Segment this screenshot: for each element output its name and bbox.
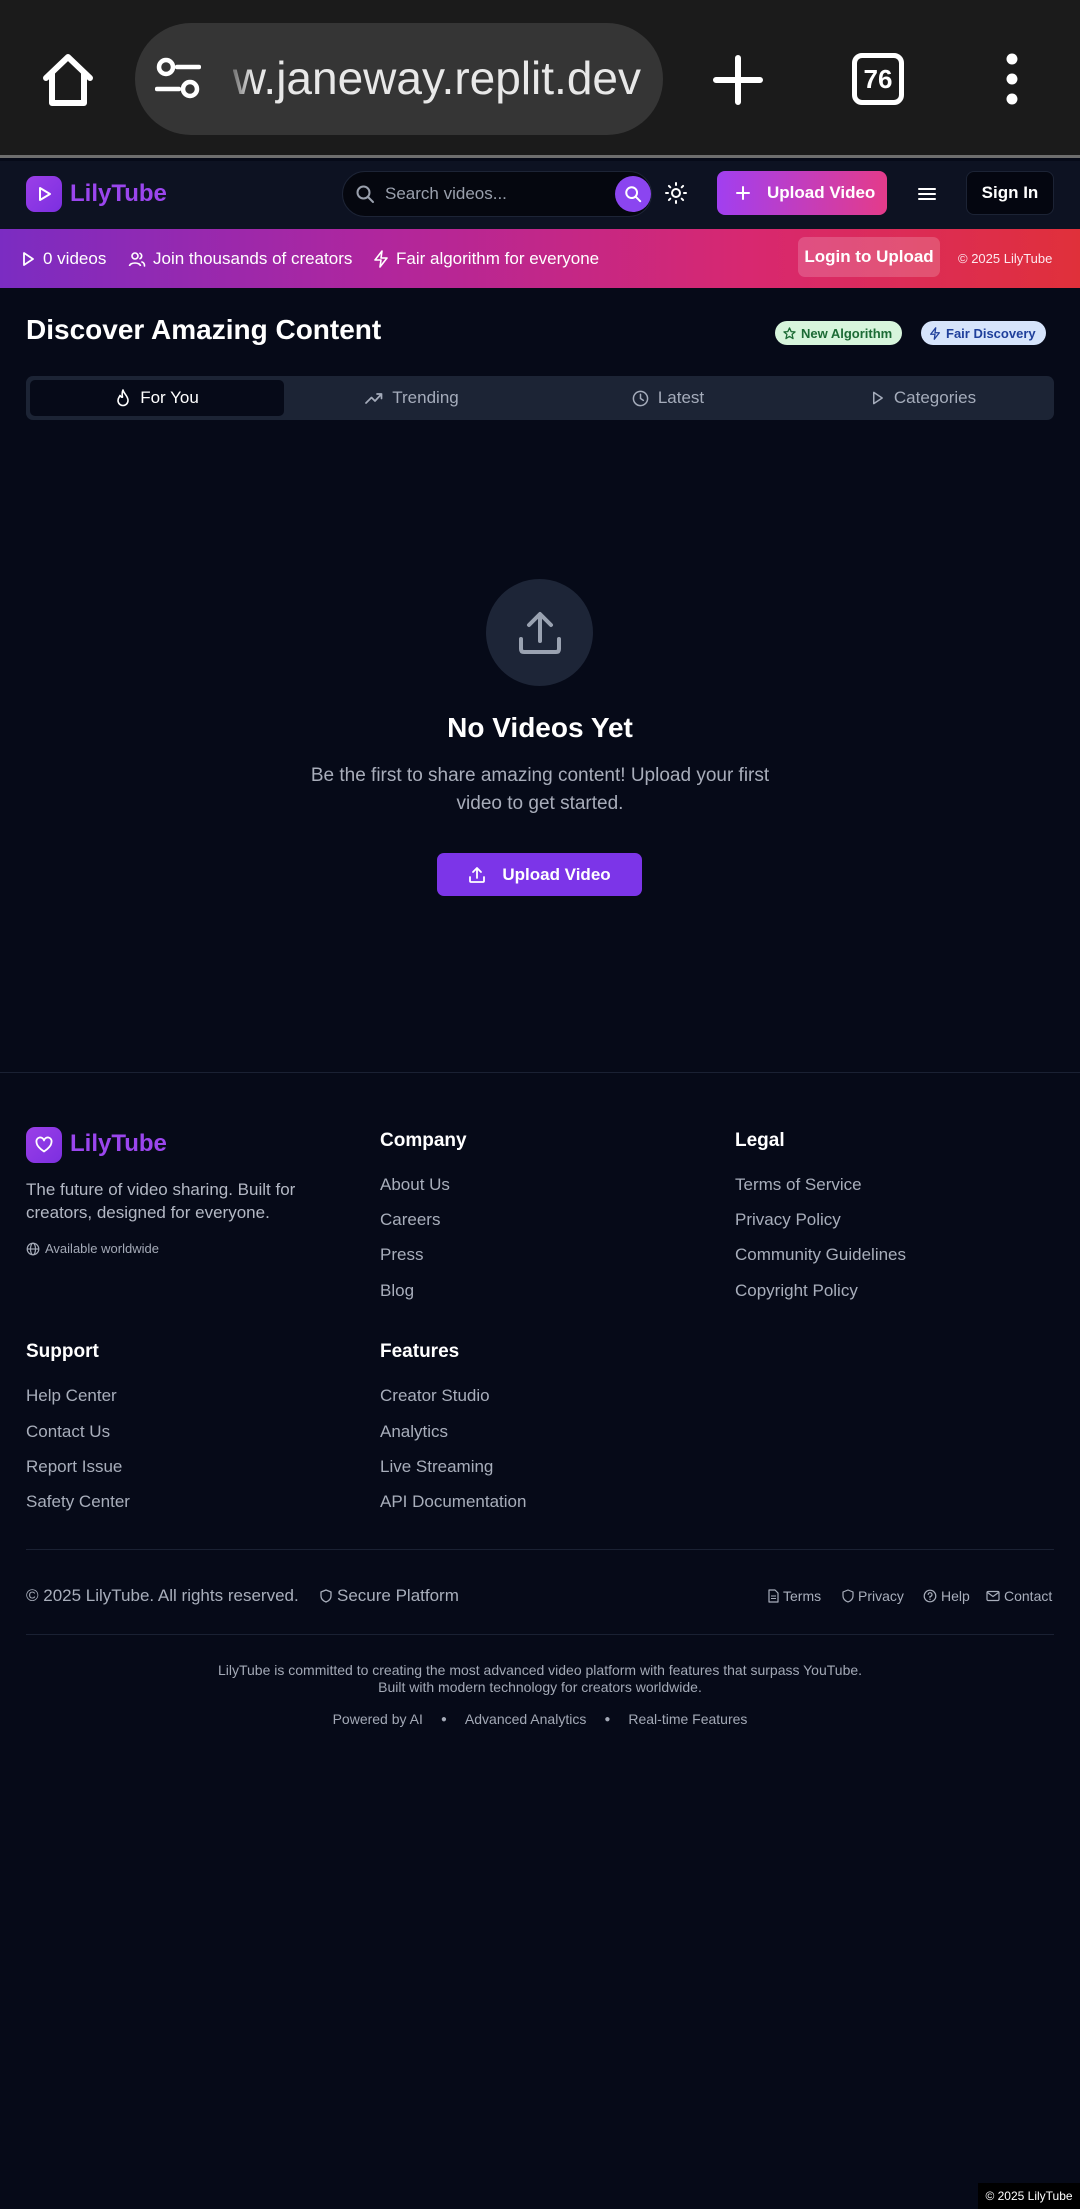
footer-link-blog[interactable]: Blog	[380, 1281, 414, 1301]
heart-logo-icon	[26, 1127, 62, 1163]
feature-tags: Powered by AI ● Advanced Analytics ● Rea…	[0, 1711, 1080, 1727]
feature-tag: Powered by AI	[332, 1711, 423, 1727]
worldwide-note: Available worldwide	[26, 1241, 159, 1256]
upload-icon	[469, 866, 486, 883]
new-tab-icon[interactable]	[708, 50, 768, 110]
mission-statement-line-2: Built with modern technology for creator…	[378, 1679, 702, 1695]
video-count: 0 videos	[20, 229, 106, 288]
empty-state-title: No Videos Yet	[447, 712, 633, 743]
secure-platform-note: Secure Platform	[320, 1586, 459, 1606]
upload-video-main-button[interactable]: Upload Video	[437, 853, 642, 896]
help-circle-icon	[923, 1589, 937, 1603]
footer-link-press[interactable]: Press	[380, 1245, 423, 1265]
play-logo-icon[interactable]	[26, 176, 62, 212]
empty-state-description: Be the first to share amazing content! U…	[310, 765, 770, 814]
login-to-upload-button[interactable]: Login to Upload	[798, 237, 940, 277]
address-bar[interactable]: preview.janeway.replit.dev	[135, 23, 663, 135]
upload-video-button[interactable]: Upload Video	[717, 171, 887, 215]
upload-video-main-label: Upload Video	[502, 864, 611, 884]
flame-icon	[117, 389, 129, 407]
fair-discovery-badge: Fair Discovery	[921, 321, 1046, 345]
bottom-link-privacy[interactable]: Privacy	[842, 1588, 904, 1604]
bottom-link-help[interactable]: Help	[923, 1588, 970, 1604]
footer-divider	[0, 1072, 1080, 1073]
shield-icon	[320, 1589, 332, 1603]
feature-tag: Advanced Analytics	[464, 1711, 587, 1727]
users-icon	[128, 251, 146, 267]
page-title: Discover Amazing Content	[26, 314, 382, 345]
footer-link-analytics[interactable]: Analytics	[380, 1422, 448, 1442]
new-algorithm-badge: New Algorithm	[775, 321, 903, 345]
bottom-link-contact[interactable]: Contact	[986, 1588, 1052, 1604]
footer-link-live-streaming[interactable]: Live Streaming	[380, 1457, 493, 1477]
footer-link-safety-center[interactable]: Safety Center	[26, 1492, 130, 1512]
play-icon	[872, 391, 883, 405]
banner-copyright: © 2025 LilyTube	[958, 251, 1053, 266]
footer-copyright: © 2025 LilyTube. All rights reserved.	[26, 1586, 299, 1605]
info-banner: 0 videos Join thousands of creators Fair…	[0, 229, 1080, 288]
trending-up-icon	[365, 393, 383, 404]
tab-switcher-button[interactable]: 76	[852, 53, 904, 105]
menu-icon[interactable]	[916, 183, 938, 205]
footer-link-contact-us[interactable]: Contact Us	[26, 1422, 110, 1442]
tab-trending[interactable]: Trending	[284, 380, 540, 416]
mail-icon	[986, 1590, 1000, 1602]
zap-icon	[930, 326, 940, 340]
upload-icon	[486, 579, 593, 686]
footer-tagline: The future of video sharing. Built for c…	[26, 1180, 296, 1222]
sign-in-button[interactable]: Sign In	[966, 171, 1054, 215]
sun-icon[interactable]	[664, 181, 688, 205]
footer-link-about-us[interactable]: About Us	[380, 1175, 450, 1195]
footer-link-terms-of-service[interactable]: Terms of Service	[735, 1175, 862, 1195]
file-text-icon	[768, 1589, 779, 1603]
footer-link-community-guidelines[interactable]: Community Guidelines	[735, 1245, 906, 1265]
footer-brand-name: LilyTube	[70, 1130, 167, 1157]
clock-icon	[632, 390, 649, 406]
search-submit-button[interactable]	[615, 176, 651, 212]
search-input[interactable]	[385, 172, 595, 216]
tab-for-you[interactable]: For You	[30, 380, 284, 416]
feature-tag: Real-time Features	[628, 1711, 748, 1727]
bottom-link-terms[interactable]: Terms	[767, 1588, 821, 1604]
brand-name[interactable]: LilyTube	[70, 180, 167, 208]
algorithm-message: Fair algorithm for everyone	[373, 229, 599, 288]
corner-copyright-tag: © 2025 LilyTube	[978, 2183, 1080, 2209]
upload-video-label: Upload Video	[767, 183, 876, 202]
separator-dot: ●	[440, 1713, 447, 1725]
footer-link-privacy-policy[interactable]: Privacy Policy	[735, 1210, 841, 1230]
tab-categories[interactable]: Categories	[796, 380, 1050, 416]
footer-link-copyright-policy[interactable]: Copyright Policy	[735, 1281, 858, 1301]
globe-icon	[26, 1242, 40, 1255]
footer-link-creator-studio[interactable]: Creator Studio	[380, 1386, 490, 1406]
content-tabs: For You Trending Latest Categories	[26, 376, 1054, 420]
footer-separator	[26, 1549, 1054, 1550]
tab-latest[interactable]: Latest	[540, 380, 796, 416]
separator-dot: ●	[604, 1713, 611, 1725]
url-text[interactable]: preview.janeway.replit.dev	[233, 45, 641, 111]
creators-message: Join thousands of creators	[128, 229, 352, 288]
mission-statement-line-1: LilyTube is committed to creating the mo…	[217, 1662, 863, 1678]
site-settings-icon[interactable]	[155, 57, 201, 101]
home-icon[interactable]	[38, 50, 98, 110]
company-heading: Company	[380, 1130, 467, 1151]
more-options-icon[interactable]	[992, 50, 1032, 110]
footer-link-report-issue[interactable]: Report Issue	[26, 1457, 122, 1477]
browser-toolbar: preview.janeway.replit.dev 76	[0, 0, 1080, 158]
app-header: LilyTube Upload Video Sign In	[0, 161, 1080, 229]
support-heading: Support	[26, 1341, 99, 1362]
zap-icon	[374, 249, 388, 268]
legal-heading: Legal	[735, 1130, 785, 1151]
features-heading: Features	[380, 1341, 460, 1362]
search-icon	[355, 184, 375, 204]
footer-link-api-documentation[interactable]: API Documentation	[380, 1492, 526, 1512]
play-icon	[23, 251, 34, 266]
search-bar	[342, 171, 652, 217]
plus-icon	[736, 186, 750, 200]
footer-link-careers[interactable]: Careers	[380, 1210, 440, 1230]
footer-link-help-center[interactable]: Help Center	[26, 1386, 117, 1406]
footer-separator-bottom	[26, 1634, 1054, 1635]
shield-icon	[842, 1589, 854, 1603]
star-icon	[783, 326, 796, 339]
